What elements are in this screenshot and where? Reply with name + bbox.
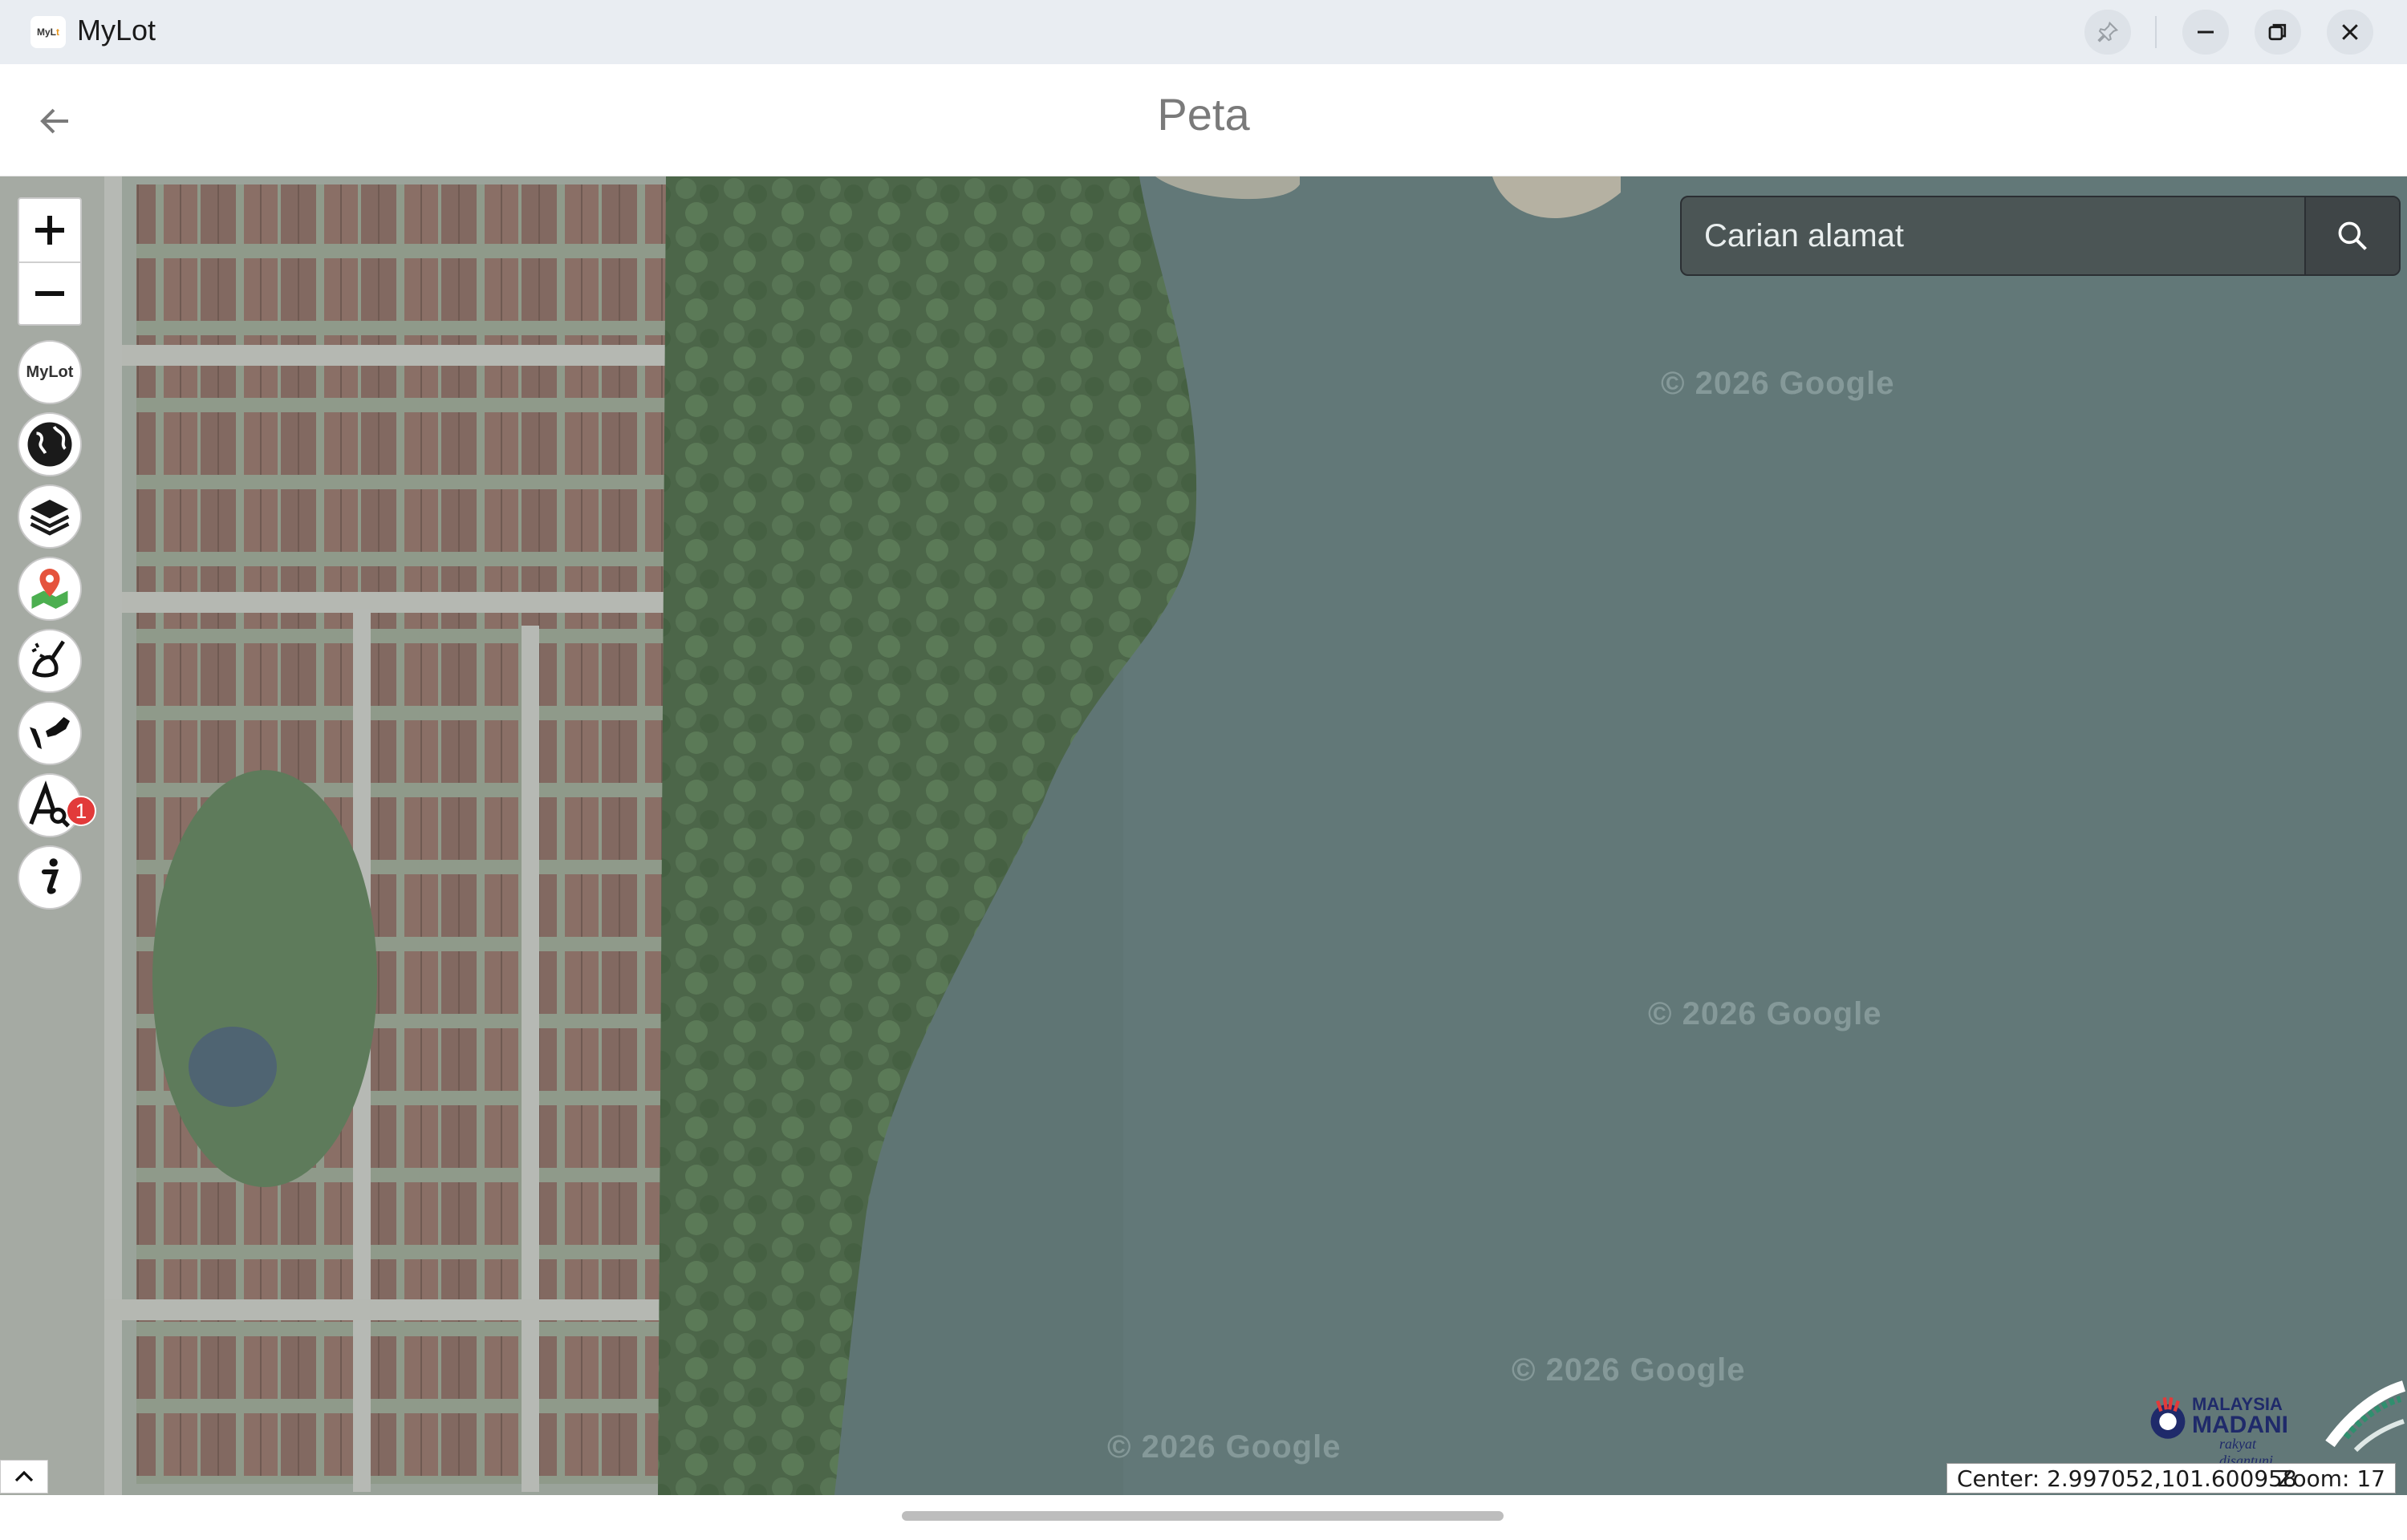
malaysia-map-button[interactable] — [18, 701, 82, 765]
madani-logo-line2: MADANI — [2192, 1412, 2288, 1438]
malaysia-madani-logo: MALAYSIA MADANI rakyat disantuni — [2145, 1386, 2299, 1469]
layers-icon — [30, 500, 70, 536]
map-pin-button[interactable] — [18, 557, 82, 621]
address-search-input[interactable] — [1682, 197, 2304, 274]
app-icon: MyL t — [30, 16, 66, 48]
restore-button[interactable] — [2255, 10, 2301, 55]
zoom-out-button[interactable] — [19, 261, 80, 324]
search-icon — [2338, 221, 2367, 250]
minimize-button[interactable] — [2182, 10, 2229, 55]
plus-icon — [35, 216, 64, 245]
close-button[interactable] — [2327, 10, 2373, 55]
pin-window-button[interactable] — [2084, 10, 2131, 55]
notification-badge: 1 — [66, 796, 96, 826]
mylot-logo: MyLot — [26, 363, 74, 381]
zoom-controls — [18, 197, 82, 326]
horizontal-scrollbar[interactable] — [902, 1511, 1504, 1521]
app-header: Peta — [0, 64, 2407, 176]
close-icon — [2342, 24, 2358, 40]
map-view[interactable]: © 2026 Google © 2026 Google © 2026 Googl… — [0, 176, 2407, 1495]
map-zoom-readout: Zoom: 17 — [2277, 1465, 2385, 1492]
app-icon-text: MyL — [37, 26, 56, 38]
restore-icon — [2268, 23, 2287, 41]
info-button[interactable] — [18, 845, 82, 910]
map-watermark: © 2026 Google — [1648, 996, 1882, 1031]
minus-icon — [35, 291, 64, 296]
clear-brush-icon — [31, 640, 65, 678]
madani-emblem-icon — [2150, 1396, 2186, 1439]
map-watermark: © 2026 Google — [1661, 366, 1895, 401]
titlebar-divider — [2155, 16, 2157, 48]
search-button[interactable] — [2304, 197, 2399, 274]
address-search-bar — [1680, 196, 2401, 276]
expand-panel-button[interactable] — [0, 1460, 48, 1493]
minimize-icon — [2198, 30, 2214, 34]
map-pin-icon — [31, 569, 68, 609]
layers-button[interactable] — [18, 484, 82, 549]
jupem-emblem-icon — [2325, 1380, 2406, 1453]
page-title: Peta — [1157, 89, 1250, 140]
globe-icon — [27, 422, 72, 467]
font-search-button[interactable]: 1 — [18, 773, 96, 837]
satellite-imagery — [0, 176, 2407, 1495]
map-watermark: © 2026 Google — [1512, 1352, 1746, 1388]
chevron-up-icon — [14, 1470, 34, 1482]
window-title: MyLot — [77, 14, 156, 47]
malaysia-map-icon — [30, 717, 70, 749]
clear-map-button[interactable] — [18, 629, 82, 693]
info-icon — [41, 858, 59, 894]
bottom-bar — [0, 1495, 2407, 1540]
window-titlebar: MyL t MyLot — [0, 0, 2407, 64]
basemap-globe-button[interactable] — [18, 412, 82, 476]
zoom-in-button[interactable] — [19, 199, 80, 261]
mylot-home-button[interactable]: MyLot — [18, 340, 82, 404]
map-status-bar: Center: 2.997052,101.600958 Zoom: 17 — [1946, 1463, 2396, 1493]
jupem-logo — [2324, 1373, 2407, 1460]
map-watermark: © 2026 Google — [1107, 1429, 1342, 1465]
pin-icon — [2097, 21, 2119, 43]
map-center-readout: Center: 2.997052,101.600958 — [1957, 1465, 2297, 1492]
app-icon-text-accent: t — [56, 26, 59, 38]
